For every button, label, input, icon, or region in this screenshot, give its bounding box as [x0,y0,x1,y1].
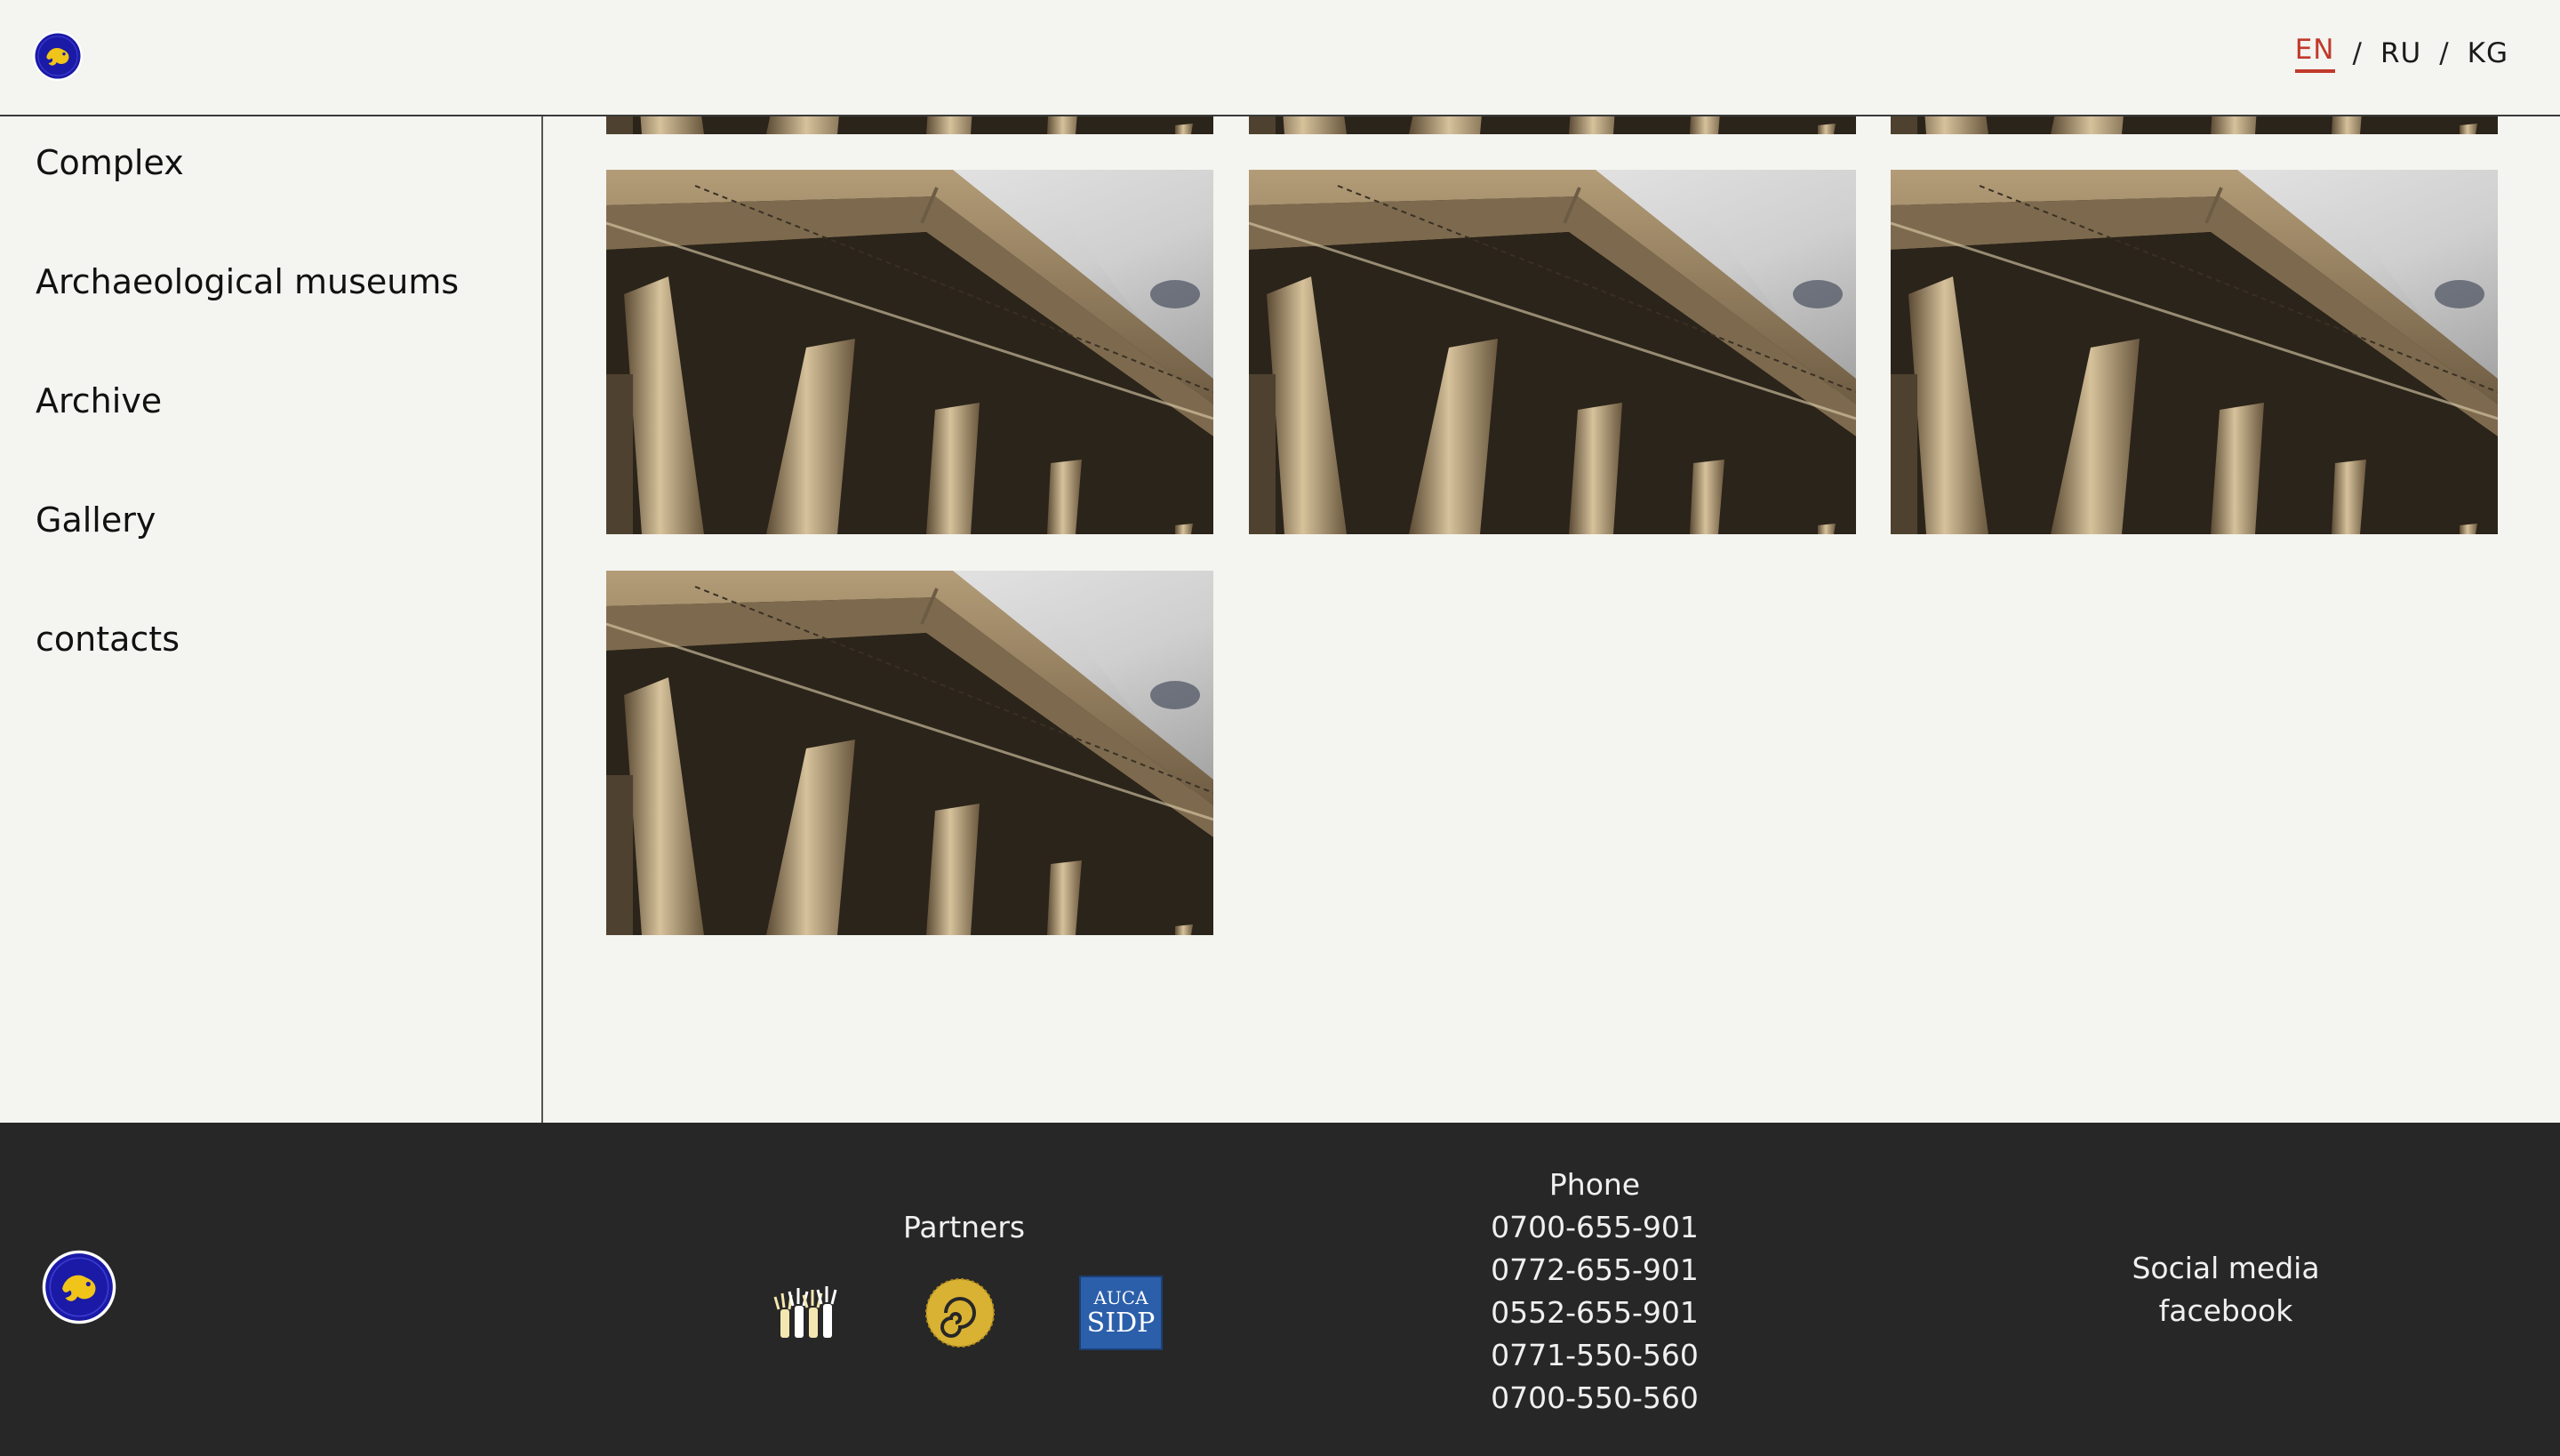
lang-kg-link[interactable]: KG [2468,37,2508,69]
museum-logo-icon[interactable] [32,30,84,82]
language-switcher: EN / RU / KG [2294,34,2508,73]
site-header: EN / RU / KG [0,0,2560,116]
phone-number[interactable]: 0700-655-901 [1417,1206,1772,1249]
lang-en-link[interactable]: EN [2294,34,2335,73]
raised-hands-logo-icon[interactable] [772,1276,846,1350]
gallery-photo[interactable] [606,571,1213,935]
gallery-photo[interactable] [1249,170,1856,534]
auca-text: AUCA [1093,1287,1148,1308]
sidebar-item-archaeological-museums[interactable]: Archaeological museums [36,262,459,301]
museum-logo-icon[interactable] [41,1249,117,1325]
gallery-grid [545,116,2560,1123]
facebook-link[interactable]: facebook [2092,1290,2359,1332]
sidebar-item-complex[interactable]: Complex [36,143,184,182]
gallery-photo[interactable] [1891,116,2498,134]
lang-ru-link[interactable]: RU [2380,37,2421,69]
sidebar-item-gallery[interactable]: Gallery [36,500,156,540]
phone-number[interactable]: 0771-550-560 [1417,1334,1772,1377]
gallery-photo[interactable] [606,170,1213,534]
sidebar-item-contacts[interactable]: contacts [36,620,180,659]
phone-number[interactable]: 0700-550-560 [1417,1377,1772,1420]
gallery-photo[interactable] [1891,170,2498,534]
sidp-text: SIDP [1086,1308,1156,1339]
phone-number[interactable]: 0772-655-901 [1417,1249,1772,1292]
sidebar-item-archive[interactable]: Archive [36,381,162,420]
phone-number[interactable]: 0552-655-901 [1417,1292,1772,1334]
phone-heading: Phone [1548,1167,1641,1202]
golden-spiral-logo-icon[interactable] [923,1276,997,1350]
social-media: Social media facebook [2092,1247,2359,1332]
lang-separator: / [2352,37,2363,69]
partners-heading: Partners [903,1210,1026,1244]
gallery-photo[interactable] [606,116,1213,134]
gallery-photo[interactable] [1249,116,1856,134]
sidebar-nav: Complex Archaeological museums Archive G… [0,116,543,1123]
site-footer: Partners AUCA SIDP Phone 0700-655-901 07… [0,1123,2560,1456]
auca-sidp-logo-icon[interactable]: AUCA SIDP [1079,1276,1163,1350]
social-heading: Social media [2132,1251,2320,1285]
phone-contacts: Phone 0700-655-901 0772-655-901 0552-655… [1417,1164,1772,1420]
lang-separator: / [2439,37,2450,69]
